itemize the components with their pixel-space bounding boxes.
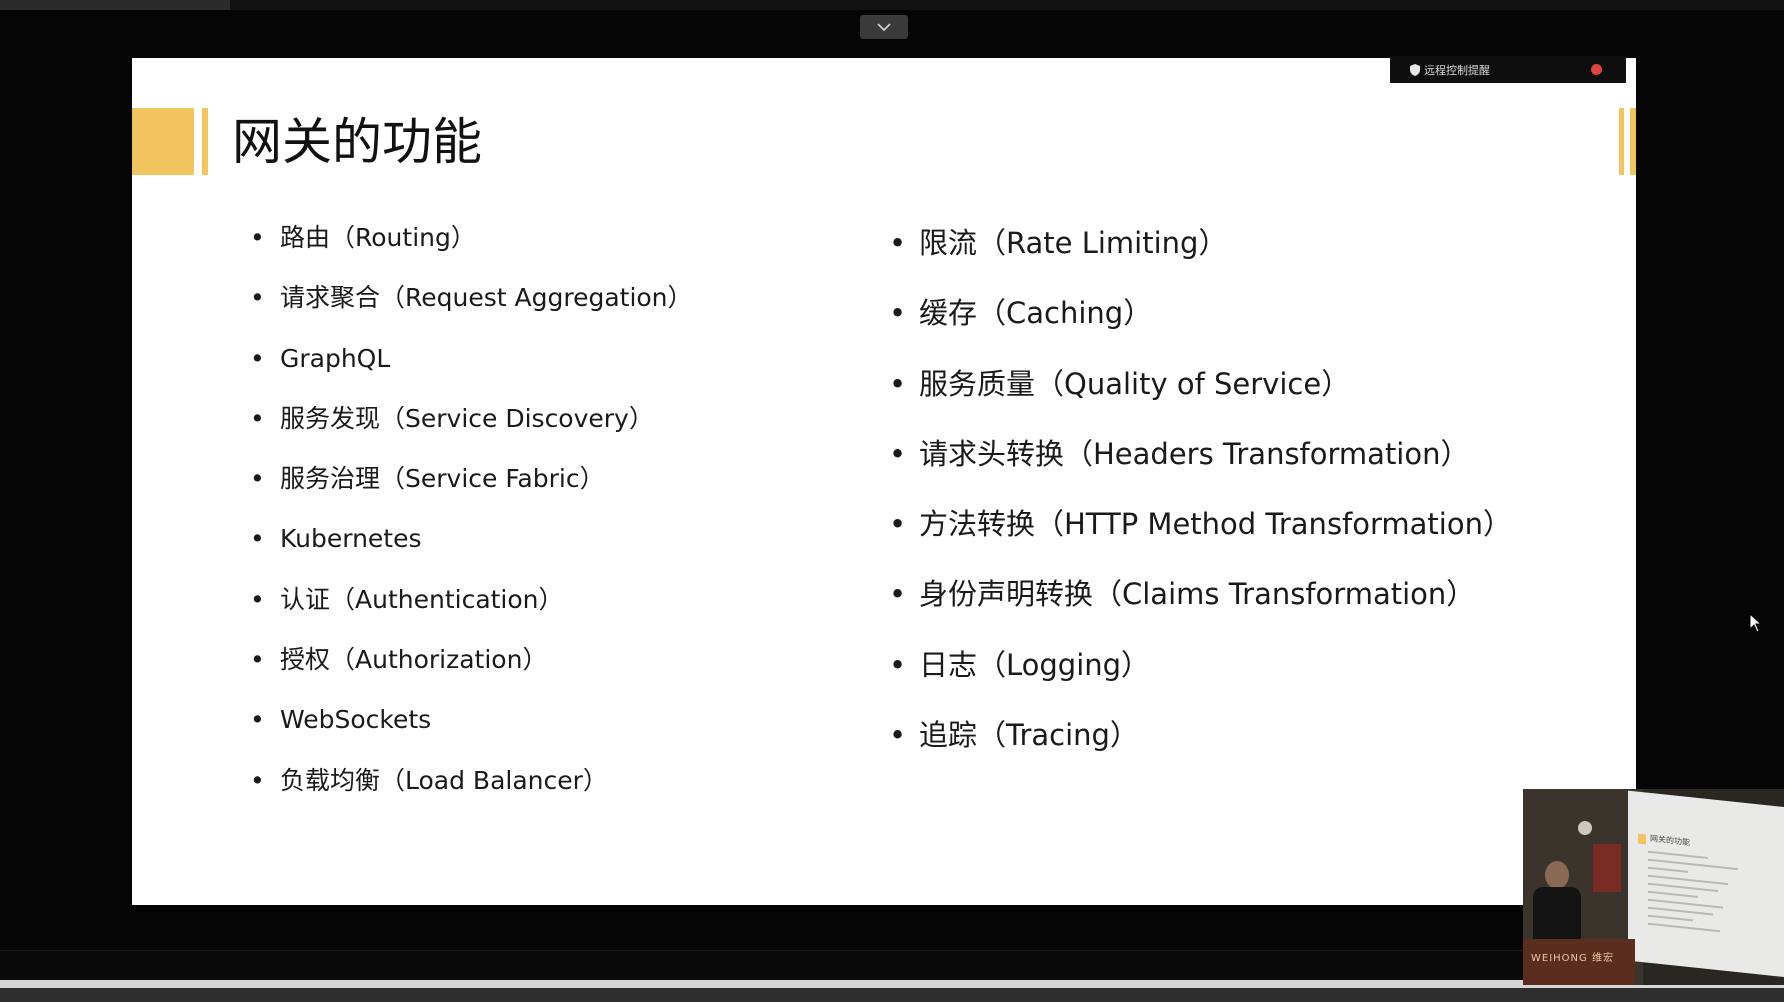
- list-item: 追踪（Tracing）: [889, 700, 1609, 771]
- list-item: 路由（Routing）: [250, 208, 810, 269]
- bottom-strip: [0, 950, 1784, 981]
- bottom-toolbar-track: [0, 988, 1784, 1002]
- list-item: GraphQL: [250, 329, 810, 390]
- presenter-head: [1545, 861, 1569, 889]
- mini-slide-line: [1648, 882, 1718, 893]
- list-item: 身份声明转换（Claims Transformation）: [889, 559, 1609, 630]
- bottom-toolbar: [0, 980, 1784, 1002]
- top-strip: [0, 0, 1784, 10]
- chevron-down-icon: [877, 22, 891, 31]
- list-item: WebSockets: [250, 690, 810, 751]
- list-item: 负载均衡（Load Balancer）: [250, 751, 810, 812]
- title-accent-bar: [202, 108, 208, 175]
- top-strip-segment: [0, 0, 230, 10]
- banner-close-icon[interactable]: [1591, 64, 1602, 75]
- collapse-toolbar-button[interactable]: [860, 15, 908, 39]
- shield-icon: [1410, 63, 1420, 76]
- list-item: 服务质量（Quality of Service）: [889, 349, 1609, 420]
- list-item: 限流（Rate Limiting）: [889, 208, 1609, 279]
- list-item: 请求头转换（Headers Transformation）: [889, 419, 1609, 490]
- right-accent-bar-inner: [1619, 108, 1624, 175]
- mini-slide-title: 网关的功能: [1650, 833, 1690, 848]
- presentation-slide: 网关的功能 路由（Routing） 请求聚合（Request Aggregati…: [132, 58, 1636, 905]
- mini-slide-line: [1648, 922, 1720, 933]
- list-item: 服务治理（Service Fabric）: [250, 449, 810, 510]
- list-item: 服务发现（Service Discovery）: [250, 389, 810, 450]
- mini-slide-line: [1648, 914, 1693, 922]
- left-feature-list: 路由（Routing） 请求聚合（Request Aggregation） Gr…: [250, 208, 810, 811]
- slide-title: 网关的功能: [232, 113, 482, 171]
- remote-control-banner: 远程控制提醒: [1390, 56, 1626, 83]
- remote-control-label: 远程控制提醒: [1424, 63, 1490, 77]
- right-feature-list: 限流（Rate Limiting） 缓存（Caching） 服务质量（Quali…: [889, 208, 1609, 771]
- mini-slide-accent: [1638, 833, 1646, 845]
- list-item: 认证（Authentication）: [250, 570, 810, 631]
- list-item: 方法转换（HTTP Method Transformation）: [889, 489, 1609, 560]
- camera-clock: [1578, 821, 1592, 835]
- list-item: 日志（Logging）: [889, 630, 1609, 701]
- mini-slide-line: [1648, 866, 1688, 873]
- mini-slide-line: [1648, 890, 1698, 898]
- list-item: 缓存（Caching）: [889, 278, 1609, 349]
- camera-feed-thumbnail[interactable]: 网关的功能 WEIHONG 维宏: [1523, 789, 1784, 985]
- mini-slide-line: [1648, 906, 1713, 916]
- podium-label: WEIHONG 维宏: [1531, 953, 1614, 964]
- screen-share-view: 网关的功能 路由（Routing） 请求聚合（Request Aggregati…: [0, 0, 1784, 1002]
- mini-slide-line: [1648, 850, 1708, 859]
- list-item: 授权（Authorization）: [250, 630, 810, 691]
- camera-projection-screen: 网关的功能: [1628, 790, 1784, 978]
- right-accent-bar: [1630, 108, 1636, 175]
- list-item: 请求聚合（Request Aggregation）: [250, 268, 810, 329]
- title-accent-block: [132, 108, 194, 175]
- list-item: Kubernetes: [250, 509, 810, 570]
- mouse-cursor-icon: [1749, 612, 1763, 637]
- camera-poster: [1593, 844, 1621, 892]
- camera-podium: WEIHONG 维宏: [1523, 939, 1635, 985]
